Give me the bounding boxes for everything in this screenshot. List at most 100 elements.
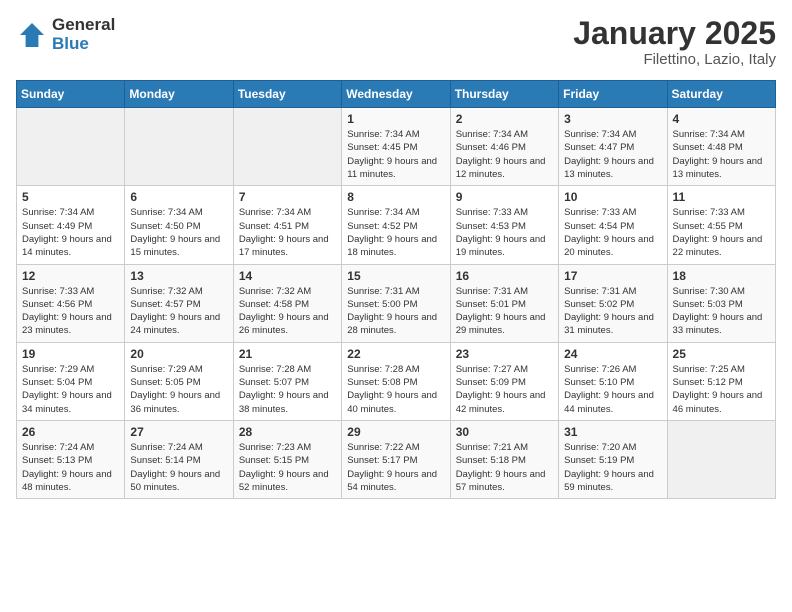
calendar-day-cell: 21 Sunrise: 7:28 AMSunset: 5:07 PMDayligh…: [233, 342, 341, 420]
calendar-day-cell: 5 Sunrise: 7:34 AMSunset: 4:49 PMDaylight…: [17, 186, 125, 264]
day-number: 28: [239, 425, 336, 439]
day-number: 19: [22, 347, 119, 361]
day-info: Sunrise: 7:33 AMSunset: 4:54 PMDaylight:…: [564, 206, 661, 259]
calendar-day-cell: 27 Sunrise: 7:24 AMSunset: 5:14 PMDayligh…: [125, 420, 233, 498]
day-number: 30: [456, 425, 553, 439]
calendar-day-cell: 14Sunrise: 7:32 AMSunset: 4:58 PMDayligh…: [233, 264, 341, 342]
day-info: Sunrise: 7:34 AMSunset: 4:49 PMDaylight:…: [22, 206, 119, 259]
day-info: Sunrise: 7:31 AMSunset: 5:01 PMDaylight:…: [456, 285, 553, 338]
day-number: 27: [130, 425, 227, 439]
calendar-day-cell: 8 Sunrise: 7:34 AMSunset: 4:52 PMDaylight…: [342, 186, 450, 264]
calendar-day-cell: 19 Sunrise: 7:29 AMSunset: 5:04 PMDayligh…: [17, 342, 125, 420]
day-info: Sunrise: 7:24 AMSunset: 5:14 PMDaylight:…: [130, 441, 227, 494]
day-info: Sunrise: 7:30 AMSunset: 5:03 PMDaylight:…: [673, 285, 770, 338]
calendar-day-cell: [667, 420, 775, 498]
day-number: 7: [239, 190, 336, 204]
day-number: 4: [673, 112, 770, 126]
weekday-header: Thursday: [450, 81, 558, 108]
calendar-week-row: 5 Sunrise: 7:34 AMSunset: 4:49 PMDaylight…: [17, 186, 776, 264]
calendar-week-row: 19 Sunrise: 7:29 AMSunset: 5:04 PMDayligh…: [17, 342, 776, 420]
day-number: 5: [22, 190, 119, 204]
calendar-day-cell: 26 Sunrise: 7:24 AMSunset: 5:13 PMDayligh…: [17, 420, 125, 498]
calendar-week-row: 26 Sunrise: 7:24 AMSunset: 5:13 PMDayligh…: [17, 420, 776, 498]
calendar-day-cell: [233, 108, 341, 186]
calendar-day-cell: 7 Sunrise: 7:34 AMSunset: 4:51 PMDaylight…: [233, 186, 341, 264]
day-number: 9: [456, 190, 553, 204]
day-info: Sunrise: 7:28 AMSunset: 5:07 PMDaylight:…: [239, 363, 336, 416]
weekday-header: Tuesday: [233, 81, 341, 108]
calendar-day-cell: 20 Sunrise: 7:29 AMSunset: 5:05 PMDayligh…: [125, 342, 233, 420]
day-info: Sunrise: 7:31 AMSunset: 5:00 PMDaylight:…: [347, 285, 444, 338]
day-number: 6: [130, 190, 227, 204]
calendar-day-cell: 29 Sunrise: 7:22 AMSunset: 5:17 PMDayligh…: [342, 420, 450, 498]
day-info: Sunrise: 7:29 AMSunset: 5:04 PMDaylight:…: [22, 363, 119, 416]
day-number: 23: [456, 347, 553, 361]
day-info: Sunrise: 7:29 AMSunset: 5:05 PMDaylight:…: [130, 363, 227, 416]
day-number: 1: [347, 112, 444, 126]
calendar-day-cell: 1 Sunrise: 7:34 AMSunset: 4:45 PMDaylight…: [342, 108, 450, 186]
calendar-day-cell: 2Sunrise: 7:34 AMSunset: 4:46 PMDaylight…: [450, 108, 558, 186]
day-number: 22: [347, 347, 444, 361]
logo-icon: [16, 19, 48, 51]
day-number: 26: [22, 425, 119, 439]
weekday-header: Sunday: [17, 81, 125, 108]
page-header: General Blue January 2025 Filettino, Laz…: [16, 16, 776, 68]
day-number: 17: [564, 269, 661, 283]
day-info: Sunrise: 7:33 AMSunset: 4:55 PMDaylight:…: [673, 206, 770, 259]
calendar-day-cell: 24 Sunrise: 7:26 AMSunset: 5:10 PMDayligh…: [559, 342, 667, 420]
calendar-day-cell: [125, 108, 233, 186]
day-info: Sunrise: 7:34 AMSunset: 4:52 PMDaylight:…: [347, 206, 444, 259]
day-info: Sunrise: 7:25 AMSunset: 5:12 PMDaylight:…: [673, 363, 770, 416]
day-number: 11: [673, 190, 770, 204]
day-info: Sunrise: 7:34 AMSunset: 4:48 PMDaylight:…: [673, 128, 770, 181]
day-number: 15: [347, 269, 444, 283]
calendar-day-cell: 13 Sunrise: 7:32 AMSunset: 4:57 PMDayligh…: [125, 264, 233, 342]
weekday-header: Wednesday: [342, 81, 450, 108]
title-area: January 2025 Filettino, Lazio, Italy: [573, 16, 776, 68]
day-number: 29: [347, 425, 444, 439]
calendar-day-cell: 10 Sunrise: 7:33 AMSunset: 4:54 PMDayligh…: [559, 186, 667, 264]
logo-blue: Blue: [52, 35, 115, 54]
day-number: 31: [564, 425, 661, 439]
logo: General Blue: [16, 16, 115, 53]
day-number: 16: [456, 269, 553, 283]
calendar-week-row: 12Sunrise: 7:33 AMSunset: 4:56 PMDayligh…: [17, 264, 776, 342]
day-number: 21: [239, 347, 336, 361]
location-subtitle: Filettino, Lazio, Italy: [573, 51, 776, 68]
day-number: 10: [564, 190, 661, 204]
calendar-day-cell: 30Sunrise: 7:21 AMSunset: 5:18 PMDayligh…: [450, 420, 558, 498]
day-info: Sunrise: 7:34 AMSunset: 4:47 PMDaylight:…: [564, 128, 661, 181]
calendar-day-cell: 6Sunrise: 7:34 AMSunset: 4:50 PMDaylight…: [125, 186, 233, 264]
day-number: 8: [347, 190, 444, 204]
weekday-header: Friday: [559, 81, 667, 108]
day-info: Sunrise: 7:28 AMSunset: 5:08 PMDaylight:…: [347, 363, 444, 416]
month-title: January 2025: [573, 16, 776, 51]
day-info: Sunrise: 7:34 AMSunset: 4:51 PMDaylight:…: [239, 206, 336, 259]
weekday-header-row: SundayMondayTuesdayWednesdayThursdayFrid…: [17, 81, 776, 108]
day-info: Sunrise: 7:27 AMSunset: 5:09 PMDaylight:…: [456, 363, 553, 416]
day-number: 14: [239, 269, 336, 283]
day-number: 24: [564, 347, 661, 361]
day-number: 20: [130, 347, 227, 361]
day-info: Sunrise: 7:24 AMSunset: 5:13 PMDaylight:…: [22, 441, 119, 494]
weekday-header: Saturday: [667, 81, 775, 108]
calendar-day-cell: 23 Sunrise: 7:27 AMSunset: 5:09 PMDayligh…: [450, 342, 558, 420]
day-info: Sunrise: 7:32 AMSunset: 4:57 PMDaylight:…: [130, 285, 227, 338]
day-info: Sunrise: 7:22 AMSunset: 5:17 PMDaylight:…: [347, 441, 444, 494]
logo-general: General: [52, 16, 115, 35]
day-number: 13: [130, 269, 227, 283]
day-number: 3: [564, 112, 661, 126]
calendar-table: SundayMondayTuesdayWednesdayThursdayFrid…: [16, 80, 776, 499]
calendar-day-cell: 28Sunrise: 7:23 AMSunset: 5:15 PMDayligh…: [233, 420, 341, 498]
logo-text: General Blue: [52, 16, 115, 53]
day-number: 18: [673, 269, 770, 283]
day-number: 12: [22, 269, 119, 283]
calendar-day-cell: 9Sunrise: 7:33 AMSunset: 4:53 PMDaylight…: [450, 186, 558, 264]
calendar-day-cell: 18 Sunrise: 7:30 AMSunset: 5:03 PMDayligh…: [667, 264, 775, 342]
calendar-day-cell: 12Sunrise: 7:33 AMSunset: 4:56 PMDayligh…: [17, 264, 125, 342]
day-info: Sunrise: 7:34 AMSunset: 4:46 PMDaylight:…: [456, 128, 553, 181]
calendar-day-cell: 11 Sunrise: 7:33 AMSunset: 4:55 PMDayligh…: [667, 186, 775, 264]
day-info: Sunrise: 7:26 AMSunset: 5:10 PMDaylight:…: [564, 363, 661, 416]
day-number: 25: [673, 347, 770, 361]
day-info: Sunrise: 7:34 AMSunset: 4:45 PMDaylight:…: [347, 128, 444, 181]
